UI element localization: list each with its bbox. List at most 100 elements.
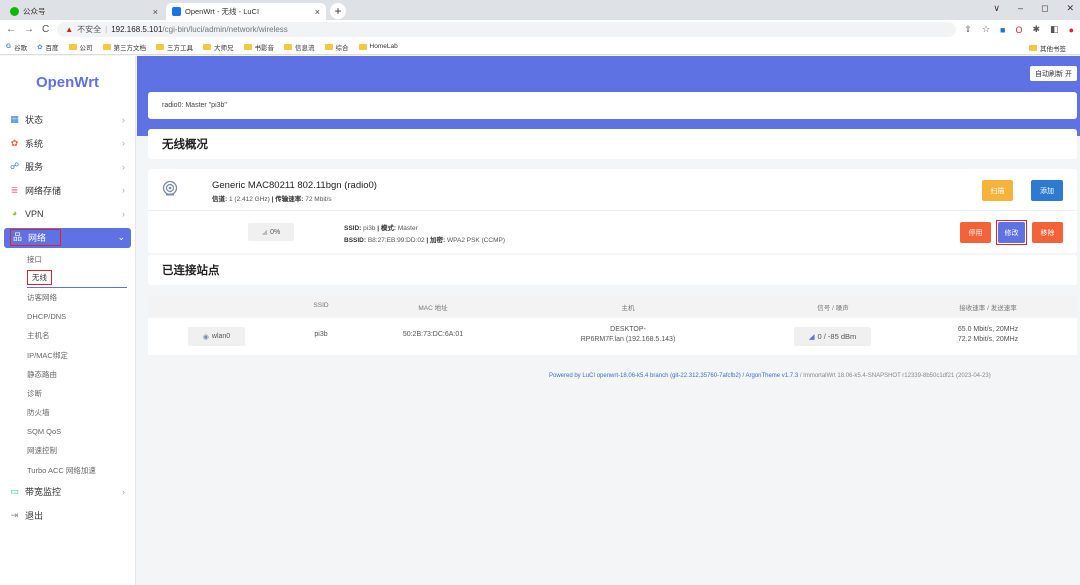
folder-icon (68, 43, 77, 50)
sidebar-item-storage[interactable]: ≣ 网络存储 › (0, 179, 135, 203)
bookmark-folder[interactable]: 书影音 (243, 42, 274, 52)
sidebar-item-vpn[interactable]: ◕ VPN › (0, 202, 135, 226)
sidebar-item-bandwidth[interactable]: ▭ 带宽监控 › (0, 480, 135, 504)
footer-luci-link[interactable]: Powered by LuCI openwrt-18.06-k5.4 branc… (549, 373, 798, 379)
interface-badge[interactable]: ◉ wlan0 (188, 327, 245, 346)
bookmark-folder[interactable]: 三方工具 (156, 42, 193, 52)
submenu-wireless[interactable]: 无线 (27, 269, 127, 288)
disable-button[interactable]: 停用 (960, 222, 991, 243)
submenu-guest-network[interactable]: 访客网络 (27, 288, 135, 307)
submenu-static-routes[interactable]: 静态路由 (27, 365, 135, 384)
openwrt-logo[interactable]: OpenWrt (0, 56, 135, 108)
network-submenu: 接口 无线 访客网络 DHCP/DNS 主机名 IP/MAC绑定 静态路由 诊断… (0, 250, 135, 480)
edit-button[interactable]: 修改 (998, 222, 1025, 243)
bookmark-folder[interactable]: 综合 (324, 42, 349, 52)
browser-tab-bar: 公众号 × OpenWrt - 无线 - LuCI × + ∨ – ◻ ✕ (0, 0, 1080, 20)
url-host: 192.168.5.101 (111, 25, 163, 34)
close-icon[interactable]: × (315, 7, 320, 17)
maximize-icon[interactable]: ◻ (1041, 3, 1048, 14)
profile-avatar-icon[interactable]: ● (1069, 25, 1074, 35)
station-mac: 50:2B:73:DC:6A:01 (402, 331, 464, 338)
radio-device-name: Generic MAC80211 802.11bgn (radio0) (212, 180, 377, 191)
submenu-sqm-qos[interactable]: SQM QoS (27, 422, 135, 441)
remove-button[interactable]: 移除 (1032, 222, 1063, 243)
network-bssid-encryption: BSSID: B8:27:EB:99:DD:02 | 加密: WPA2 PSK … (344, 237, 506, 244)
minimize-icon[interactable]: – (1018, 3, 1023, 14)
status-alert: radio0: Master "pi3b" (148, 92, 1077, 119)
folder-icon (358, 43, 367, 50)
submenu-diagnostics[interactable]: 诊断 (27, 384, 135, 403)
sidebar-item-services[interactable]: ☍ 服务 › (0, 155, 135, 179)
add-network-button[interactable]: 添加 (1031, 180, 1063, 201)
folder-icon (324, 43, 333, 50)
reload-icon[interactable]: C (42, 24, 49, 35)
bookmark-folder[interactable]: 第三方文档 (102, 42, 146, 52)
wifi-device-icon: ◉ (202, 333, 209, 341)
bookmark-other[interactable]: 其他书签 (1029, 43, 1066, 53)
wireless-network-row: ◢ 0% SSID: pi3b | 模式: Master BSSID: B8:2… (148, 211, 1077, 253)
new-tab-button[interactable]: + (330, 3, 346, 19)
station-host: DESKTOP- RP6RM7F.lan (192.168.5.143) (580, 326, 676, 343)
column-header-ssid: SSID (313, 302, 329, 309)
extensions-icon[interactable]: ✱ (1033, 24, 1041, 35)
wechat-icon (10, 7, 19, 16)
address-bar-row: ← → C ▲ 不安全 | 192.168.5.101 /cgi-bin/luc… (0, 20, 1080, 39)
sidebar-item-logout[interactable]: ⇥ 退出 (0, 503, 135, 527)
google-icon: G (6, 43, 12, 50)
chevron-right-icon: › (122, 185, 125, 196)
submenu-speed-control[interactable]: 网速控制 (27, 441, 135, 460)
footer-version: / ImmortalWrt 18.06-k5.4-SNAPSHOT r12339… (798, 373, 991, 379)
bookmark-folder[interactable]: 信息流 (284, 42, 315, 52)
radio-card: Generic MAC80211 802.11bgn (radio0) 信道: … (148, 169, 1077, 253)
sidebar-item-status[interactable]: ▦ 状态 › (0, 108, 135, 132)
bookmark-google[interactable]: G 谷歌 (6, 42, 27, 52)
submenu-dhcp-dns[interactable]: DHCP/DNS (27, 307, 135, 326)
main-content: 自动刷新 开 radio0: Master "pi3b" 无线概况 Generi… (137, 56, 1080, 585)
chevron-right-icon: › (122, 138, 125, 149)
chevron-right-icon: › (122, 114, 125, 125)
submenu-interfaces[interactable]: 接口 (27, 250, 135, 269)
submenu-firewall[interactable]: 防火墙 (27, 403, 135, 422)
bookmark-folder[interactable]: HomeLab (358, 43, 398, 50)
opera-icon[interactable]: O (1015, 25, 1022, 35)
folder-icon (156, 43, 165, 50)
folder-icon (102, 43, 111, 50)
share-icon[interactable]: ⇪ (964, 24, 972, 35)
column-header-host: 主机 (621, 305, 635, 312)
browser-tab-openwrt[interactable]: OpenWrt - 无线 - LuCI × (166, 3, 326, 20)
sidebar-item-system[interactable]: ✿ 系统 › (0, 132, 135, 156)
back-arrow-icon[interactable]: ← (6, 24, 16, 35)
chevron-right-icon: › (122, 486, 125, 497)
bookmark-baidu[interactable]: ✿ 百度 (37, 42, 58, 52)
radio-device-details: 信道: 1 (2.412 GHz) | 传输速率: 72 Mbit/s (212, 196, 332, 203)
submenu-turbo-acc[interactable]: Turbo ACC 网络加速 (27, 461, 135, 480)
monitor-icon: ▭ (10, 486, 19, 496)
sidebar-item-network[interactable]: 品 网络 ⌄ (4, 227, 131, 248)
tab-title: OpenWrt - 无线 - LuCI (185, 7, 260, 16)
storage-icon: ≣ (10, 184, 19, 195)
wireless-highlight-frame: 无线 (27, 270, 52, 286)
warning-triangle-icon: ▲ (65, 25, 74, 34)
browser-tab-wechat[interactable]: 公众号 × (4, 3, 164, 20)
url-input[interactable]: ▲ 不安全 | 192.168.5.101 /cgi-bin/luci/admi… (57, 22, 957, 37)
vpn-icon: ◕ (11, 208, 18, 219)
bookmark-folder[interactable]: 公司 (68, 42, 93, 52)
translate-icon[interactable]: ■ (1000, 25, 1005, 35)
column-header-mac: MAC 地址 (418, 305, 448, 312)
star-icon[interactable]: ☆ (982, 24, 990, 35)
submenu-hostnames[interactable]: 主机名 (27, 326, 135, 345)
radio-device-row: Generic MAC80211 802.11bgn (radio0) 信道: … (148, 169, 1077, 211)
tab-title: 公众号 (23, 7, 46, 16)
auto-refresh-button[interactable]: 自动刷新 开 (1030, 66, 1077, 81)
tab-search-icon[interactable]: ∨ (993, 3, 1000, 14)
bookmark-folder[interactable]: 大师兄 (203, 42, 234, 52)
sidepanel-icon[interactable]: ◧ (1050, 24, 1059, 35)
window-close-icon[interactable]: ✕ (1066, 3, 1074, 14)
gear-icon: ✿ (10, 137, 19, 148)
close-icon[interactable]: × (153, 7, 158, 17)
forward-arrow-icon[interactable]: → (24, 24, 34, 35)
scan-button[interactable]: 扫描 (982, 180, 1013, 201)
openwrt-favicon-icon (172, 7, 181, 16)
wifi-device-icon (162, 180, 178, 196)
submenu-ip-mac-binding[interactable]: IP/MAC绑定 (27, 345, 135, 364)
